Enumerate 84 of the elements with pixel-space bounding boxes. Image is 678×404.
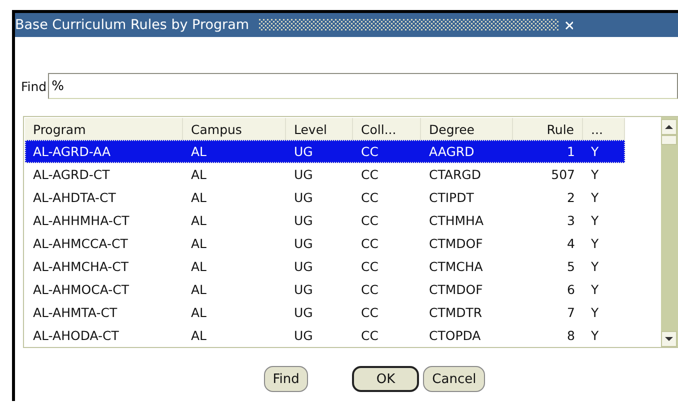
table-cell-text: UG <box>293 305 314 320</box>
table-cell-text: AL <box>190 236 208 251</box>
table-row[interactable]: AL-AHODA-CT AL UG CC CTOPDA 8 Y <box>25 324 625 347</box>
scrollbar[interactable] <box>661 117 678 347</box>
table-row[interactable]: AL-AHMCCA-CT AL UG CC CTMDOF 4 Y <box>25 232 625 255</box>
table-cell-text: CTMCHA <box>428 259 484 274</box>
table-cell-text: CTMDOF <box>428 236 484 251</box>
table-cell-text: CC <box>360 305 380 320</box>
table-cell-text: UG <box>293 213 314 228</box>
table-cell-text: Y <box>590 190 600 205</box>
table-cell-text: CTMDTR <box>428 305 484 320</box>
grip-pattern-icon <box>259 19 560 31</box>
table-cell-text: UG <box>293 236 314 251</box>
table-cell-text: CTARGD <box>428 167 482 182</box>
table-cell-text: UG <box>293 167 314 182</box>
table-cell-text: CC <box>360 167 380 182</box>
table-cell-text: 8 <box>566 328 576 343</box>
table-cell-text: AL <box>190 190 208 205</box>
table-cell-text: AL <box>190 213 208 228</box>
table-cell-text: CTHMHA <box>428 213 484 228</box>
table-cell-text: CC <box>360 190 380 205</box>
table-cell-text: 7 <box>566 305 576 320</box>
table-cell-text: CTMDOF <box>428 282 484 297</box>
table-row[interactable]: AL-AHHMHA-CT AL UG CC CTHMHA 3 Y <box>25 209 625 232</box>
table-cell-text: AL <box>190 144 208 159</box>
table-cell-text: CTOPDA <box>428 328 482 343</box>
table-cell-text: CC <box>360 259 380 274</box>
table-cell-text: CC <box>360 236 380 251</box>
close-icon[interactable] <box>565 20 574 30</box>
table-row[interactable]: AL-AGRD-CT AL UG CC CTARGD 507 Y <box>25 163 625 186</box>
find-button[interactable]: Find <box>264 366 308 392</box>
table-cell-text: Y <box>590 282 600 297</box>
table-cell-text: AL-AHMTA-CT <box>32 305 118 320</box>
table-cell-text: UG <box>293 144 314 159</box>
table-cell-text: AL <box>190 282 208 297</box>
table-cell-text: AL-AHMOCA-CT <box>32 282 130 297</box>
table-cell-text: AL-AGRD-AA <box>32 144 112 159</box>
scroll-down-icon[interactable] <box>661 331 677 347</box>
table-cell-text: Y <box>590 328 600 343</box>
table-cell-text: AL-AHDTA-CT <box>32 190 117 205</box>
table-cell-text: 1 <box>566 144 576 159</box>
scroll-up-icon[interactable] <box>661 119 677 135</box>
table-cell-text: AL <box>190 328 208 343</box>
table-cell-text: UG <box>293 259 314 274</box>
table-cell-text: AAGRD <box>428 144 476 159</box>
table-cell-text: AL-AGRD-CT <box>32 167 111 182</box>
table-cell-text: AL-AHHMHA-CT <box>32 213 130 228</box>
table-cell-text: CTIPDT <box>428 190 475 205</box>
find-label: Find <box>21 78 47 94</box>
table-row[interactable]: AL-AHMTA-CT AL UG CC CTMDTR 7 Y <box>25 301 625 324</box>
table-cell-text: AL-AHODA-CT <box>32 328 120 343</box>
table-row[interactable]: AL-AHMCHA-CT AL UG CC CTMCHA 5 Y <box>25 255 625 278</box>
ok-button[interactable]: OK <box>352 366 420 392</box>
table-cell-text: CC <box>360 144 380 159</box>
table-cell-text: 4 <box>566 236 576 251</box>
selected-row[interactable]: AL-AGRD-AA AL UG CC AAGRD 1 Y <box>25 140 625 163</box>
table-cell-text: Y <box>590 167 600 182</box>
table-cell-text: AL <box>190 167 208 182</box>
table-cell-text: 507 <box>550 167 576 182</box>
table-cell-text: UG <box>293 328 314 343</box>
window-title: Base Curriculum Rules by Program <box>15 17 250 33</box>
table-cell-text: Y <box>590 213 600 228</box>
table-cell-text: AL-AHMCHA-CT <box>32 259 130 274</box>
table-row[interactable]: AL-AHMOCA-CT AL UG CC CTMDOF 6 Y <box>25 278 625 301</box>
table-row[interactable]: AL-AHDTA-CT AL UG CC CTIPDT 2 Y <box>25 186 625 209</box>
table-cell-text: UG <box>293 282 314 297</box>
table-cell-text: 3 <box>566 213 576 228</box>
table-cell-text: 2 <box>566 190 576 205</box>
table-cell-text: CC <box>360 282 380 297</box>
table-cell-text: AL-AHMCCA-CT <box>32 236 129 251</box>
table-cell-text: AL <box>190 259 208 274</box>
cancel-button[interactable]: Cancel <box>423 366 486 392</box>
table-cell-text: CC <box>360 328 380 343</box>
table-cell-text: 6 <box>566 282 576 297</box>
table-cell-text: Y <box>590 259 600 274</box>
table-cell-text: Y <box>590 305 600 320</box>
table-cell-text: UG <box>293 190 314 205</box>
scroll-thumb-icon[interactable] <box>661 135 677 145</box>
table-cell-text: AL <box>190 305 208 320</box>
find-field[interactable]: % <box>48 73 678 99</box>
table-cell-text: CC <box>360 213 380 228</box>
table-cell-text: 5 <box>566 259 576 274</box>
table-cell-text: Y <box>590 236 600 251</box>
table-cell-text: Y <box>590 144 600 159</box>
